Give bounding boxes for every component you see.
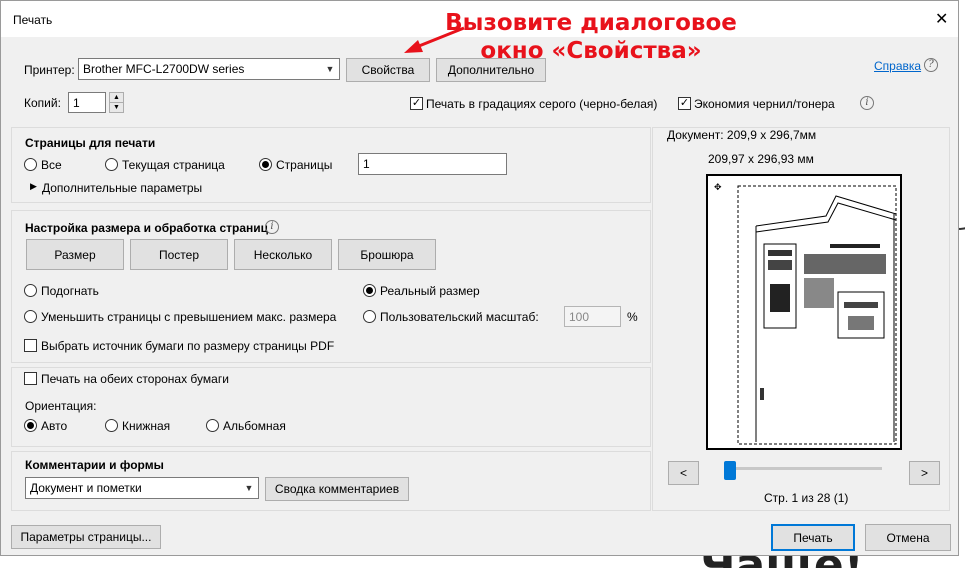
orientation-landscape-label: Альбомная — [223, 419, 286, 433]
pages-current-label: Текущая страница — [122, 158, 225, 172]
info-icon[interactable]: i — [860, 96, 874, 110]
pages-range-radio[interactable] — [259, 158, 272, 171]
help-icon[interactable]: ? — [924, 58, 938, 72]
copies-label: Копий: — [24, 96, 61, 110]
preview-page: ✥ — [706, 174, 902, 450]
chevron-down-icon: ▼ — [244, 483, 254, 493]
properties-button[interactable]: Свойства — [346, 58, 430, 82]
tab-booklet[interactable]: Брошюра — [338, 239, 436, 270]
page-info: Стр. 1 из 28 (1) — [764, 491, 849, 505]
print-dialog: Печать ✕ Принтер: Brother MFC-L2700DW se… — [0, 0, 959, 556]
save-ink-checkbox[interactable]: ✓ — [678, 97, 691, 110]
register-mark: ✥ — [714, 183, 722, 193]
print-button[interactable]: Печать — [771, 524, 855, 551]
actual-size-label: Реальный размер — [380, 284, 480, 298]
printer-select-value: Brother MFC-L2700DW series — [83, 62, 245, 76]
annotation-line1: Вызовите диалоговое — [445, 10, 737, 36]
spin-up-icon[interactable]: ▲ — [110, 93, 123, 103]
document-size: Документ: 209,9 x 296,7мм — [667, 128, 817, 142]
fit-label: Подогнать — [41, 284, 99, 298]
duplex-checkbox[interactable] — [24, 372, 37, 385]
grayscale-label: Печать в градациях серого (черно-белая) — [426, 97, 658, 111]
comments-select[interactable]: Документ и пометки ▼ — [25, 477, 259, 499]
fit-radio[interactable] — [24, 284, 37, 297]
choose-source-checkbox[interactable] — [24, 339, 37, 352]
comments-title: Комментарии и формы — [25, 458, 164, 472]
shrink-label: Уменьшить страницы с превышением макс. р… — [41, 310, 337, 324]
annotation-arrow — [404, 26, 465, 53]
pages-range-input[interactable]: 1 — [358, 153, 507, 175]
annotation-line2: окно «Свойства» — [480, 38, 702, 64]
orientation-title: Ориентация: — [25, 399, 97, 413]
tab-multiple[interactable]: Несколько — [234, 239, 332, 270]
close-icon[interactable]: ✕ — [935, 9, 948, 29]
comments-select-value: Документ и пометки — [30, 481, 142, 495]
printer-label: Принтер: — [24, 63, 75, 77]
cancel-button[interactable]: Отмена — [865, 524, 951, 551]
grayscale-checkbox[interactable]: ✓ — [410, 97, 423, 110]
page-slider-track[interactable] — [728, 467, 882, 470]
more-options-label[interactable]: Дополнительные параметры — [42, 181, 202, 195]
paper-size: 209,97 x 296,93 мм — [708, 152, 814, 166]
shrink-radio[interactable] — [24, 310, 37, 323]
tab-size[interactable]: Размер — [26, 239, 124, 270]
comments-summary-button[interactable]: Сводка комментариев — [265, 477, 409, 501]
window-title: Печать — [13, 13, 53, 27]
prev-page-button[interactable]: < — [668, 461, 699, 485]
page-slider-thumb[interactable] — [724, 461, 736, 480]
next-page-button[interactable]: > — [909, 461, 940, 485]
orientation-portrait-radio[interactable] — [105, 419, 118, 432]
actual-size-radio[interactable] — [363, 284, 376, 297]
custom-scale-radio[interactable] — [363, 310, 376, 323]
help-link[interactable]: Справка — [874, 59, 921, 73]
preview-thumbnail: ✥ — [714, 183, 897, 445]
pages-range-label: Страницы — [276, 158, 333, 172]
pattern-outline — [755, 195, 897, 227]
spin-down-icon[interactable]: ▼ — [110, 103, 123, 112]
pages-current-radio[interactable] — [105, 158, 118, 171]
tab-poster[interactable]: Постер — [130, 239, 228, 270]
sizing-info-icon[interactable]: i — [265, 220, 279, 234]
orientation-auto-label: Авто — [41, 419, 68, 433]
orientation-landscape-radio[interactable] — [206, 419, 219, 432]
test-square — [837, 291, 885, 339]
orientation-portrait-label: Книжная — [122, 419, 171, 433]
pages-section-title: Страницы для печати — [25, 136, 156, 150]
custom-scale-label: Пользовательский масштаб: — [380, 310, 539, 324]
pages-all-label: Все — [41, 158, 62, 172]
chevron-down-icon: ▼ — [325, 64, 335, 74]
page-setup-button[interactable]: Параметры страницы... — [11, 525, 161, 549]
choose-source-label: Выбрать источник бумаги по размеру стран… — [41, 339, 335, 353]
pages-all-radio[interactable] — [24, 158, 37, 171]
sizing-section-title: Настройка размера и обработка страниц — [25, 221, 268, 235]
save-ink-label: Экономия чернил/тонера — [694, 97, 835, 111]
copies-spinner[interactable]: ▲ ▼ — [109, 92, 124, 113]
percent-label: % — [627, 310, 638, 324]
copies-input[interactable]: 1 — [68, 92, 106, 113]
orientation-auto-radio[interactable] — [24, 419, 37, 432]
custom-scale-input[interactable]: 100 — [564, 306, 621, 327]
printer-select[interactable]: Brother MFC-L2700DW series ▼ — [78, 58, 340, 80]
duplex-label: Печать на обеих сторонах бумаги — [41, 372, 229, 386]
expand-triangle-icon[interactable]: ▶ — [30, 181, 37, 192]
